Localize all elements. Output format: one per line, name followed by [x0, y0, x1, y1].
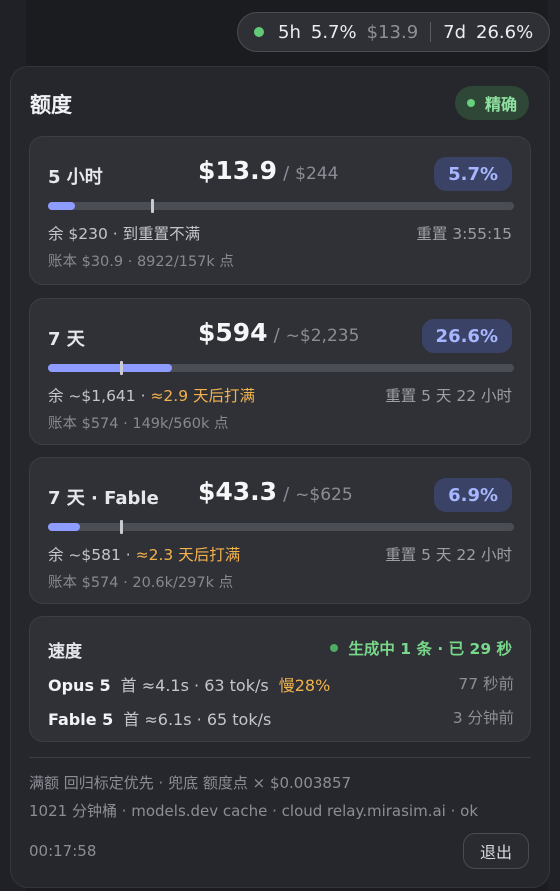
- speed-time-ago: 77 秒前: [458, 675, 514, 693]
- footer-calibration: 满额 回归标定优先 · 兜底 额度点 × $0.003857: [29, 774, 352, 792]
- progress-marker: [120, 361, 123, 375]
- card-remaining: 余 ~$1,641 · ≈2.9 天后打满: [48, 384, 255, 406]
- pill-window1-label: 5h: [278, 21, 301, 43]
- card-remaining-warning: ≈2.3 天后打满: [135, 546, 241, 564]
- card-cap-value: ~$2,235: [285, 326, 360, 346]
- progress-fill: [48, 364, 172, 372]
- card-used-value: $43.3: [198, 477, 278, 506]
- panel-title: 额度: [30, 93, 72, 117]
- card-separator: /: [273, 325, 280, 346]
- footer-divider: [29, 757, 531, 758]
- speed-row: Fable 5 首 ≈6.1s · 65 tok/s 3 分钟前: [48, 706, 514, 729]
- speed-status: 生成中 1 条 · 已 29 秒: [330, 637, 512, 659]
- pill-window1-percent: 5.7%: [310, 21, 357, 43]
- card-ledger: 账本 $574 · 149k/560k 点: [48, 416, 229, 432]
- speed-time-ago: 3 分钟前: [452, 709, 514, 727]
- card-used-value: $13.9: [198, 156, 278, 185]
- card-percent-badge: 6.9%: [434, 478, 512, 512]
- speed-model: Opus 5: [48, 676, 111, 695]
- pill-window2-label: 7d: [443, 21, 467, 43]
- card-used-amount: $43.3/~$625: [198, 477, 353, 506]
- card-reset-time: 重置 5 天 22 小时: [385, 546, 512, 564]
- card-name: 5 小时: [48, 167, 103, 188]
- quota-card-7d: 7 天 $594/~$2,235 26.6% 余 ~$1,641 · ≈2.9 …: [29, 298, 531, 445]
- progress-fill: [48, 202, 75, 210]
- speed-stats: 首 ≈4.1s · 63 tok/s: [120, 676, 269, 695]
- usage-status-pill[interactable]: 5h 5.7% $13.9 7d 26.6%: [237, 12, 550, 52]
- speed-card: 速度 生成中 1 条 · 已 29 秒 Opus 5 首 ≈4.1s · 63 t…: [29, 616, 531, 742]
- footer-source: 1021 分钟桶 · models.dev cache · cloud rela…: [29, 802, 479, 820]
- clock: 00:17:58: [29, 842, 97, 860]
- status-dot-icon: [254, 27, 264, 37]
- speed-stats: 首 ≈6.1s · 65 tok/s: [123, 710, 272, 729]
- card-remaining-text: 余 ~$1,641 ·: [48, 387, 151, 405]
- card-used-amount: $13.9/$244: [198, 156, 338, 185]
- quota-card-7d-fable: 7 天 · Fable $43.3/~$625 6.9% 余 ~$581 · ≈…: [29, 457, 531, 604]
- card-remaining-warning: ≈2.9 天后打满: [150, 387, 256, 405]
- card-reset-time: 重置 3:55:15: [416, 225, 512, 243]
- logout-button[interactable]: 退出: [462, 833, 529, 869]
- progress-fill: [48, 523, 80, 531]
- pill-window1-amount: $13.9: [366, 21, 419, 43]
- card-cap-value: $244: [295, 164, 339, 184]
- progress-marker: [151, 199, 154, 213]
- speed-status-text: 生成中 1 条 · 已 29 秒: [348, 640, 512, 658]
- card-separator: /: [283, 484, 290, 505]
- card-remaining: 余 $230 · 到重置不满: [48, 222, 200, 244]
- card-used-value: $594: [198, 318, 268, 347]
- generating-dot-icon: [330, 644, 339, 652]
- card-remaining: 余 ~$581 · ≈2.3 天后打满: [48, 543, 240, 565]
- quota-card-5h: 5 小时 $13.9/$244 5.7% 余 $230 · 到重置不满 重置 3…: [29, 136, 531, 285]
- progress-marker: [120, 520, 123, 534]
- pill-window2-percent: 26.6%: [476, 21, 534, 43]
- card-remaining-text: 余 $230 · 到重置不满: [48, 225, 201, 243]
- card-name: 7 天: [48, 329, 85, 350]
- progress-track: [48, 199, 514, 213]
- quota-popover: 额度 精确 5 小时 $13.9/$244 5.7% 余 $230 · 到重置不…: [10, 66, 550, 888]
- progress-track: [48, 361, 514, 375]
- speed-title: 速度: [48, 642, 82, 662]
- card-reset-time: 重置 5 天 22 小时: [385, 387, 512, 405]
- accuracy-badge: 精确: [454, 86, 529, 120]
- accuracy-dot-icon: [466, 99, 475, 107]
- card-remaining-text: 余 ~$581 ·: [48, 546, 136, 564]
- pill-divider: [430, 22, 432, 42]
- card-separator: /: [283, 163, 290, 184]
- speed-model: Fable 5: [48, 710, 114, 729]
- card-name: 7 天 · Fable: [48, 488, 159, 509]
- progress-track: [48, 520, 514, 534]
- card-cap-value: ~$625: [295, 485, 353, 505]
- card-ledger: 账本 $574 · 20.6k/297k 点: [48, 575, 234, 591]
- card-ledger: 账本 $30.9 · 8922/157k 点: [48, 254, 234, 270]
- card-used-amount: $594/~$2,235: [198, 318, 359, 347]
- card-percent-badge: 5.7%: [434, 157, 512, 191]
- speed-slow-badge: 慢28%: [278, 676, 331, 695]
- card-percent-badge: 26.6%: [421, 319, 512, 353]
- speed-row: Opus 5 首 ≈4.1s · 63 tok/s 慢28% 77 秒前: [48, 672, 514, 695]
- accuracy-label: 精确: [484, 95, 517, 114]
